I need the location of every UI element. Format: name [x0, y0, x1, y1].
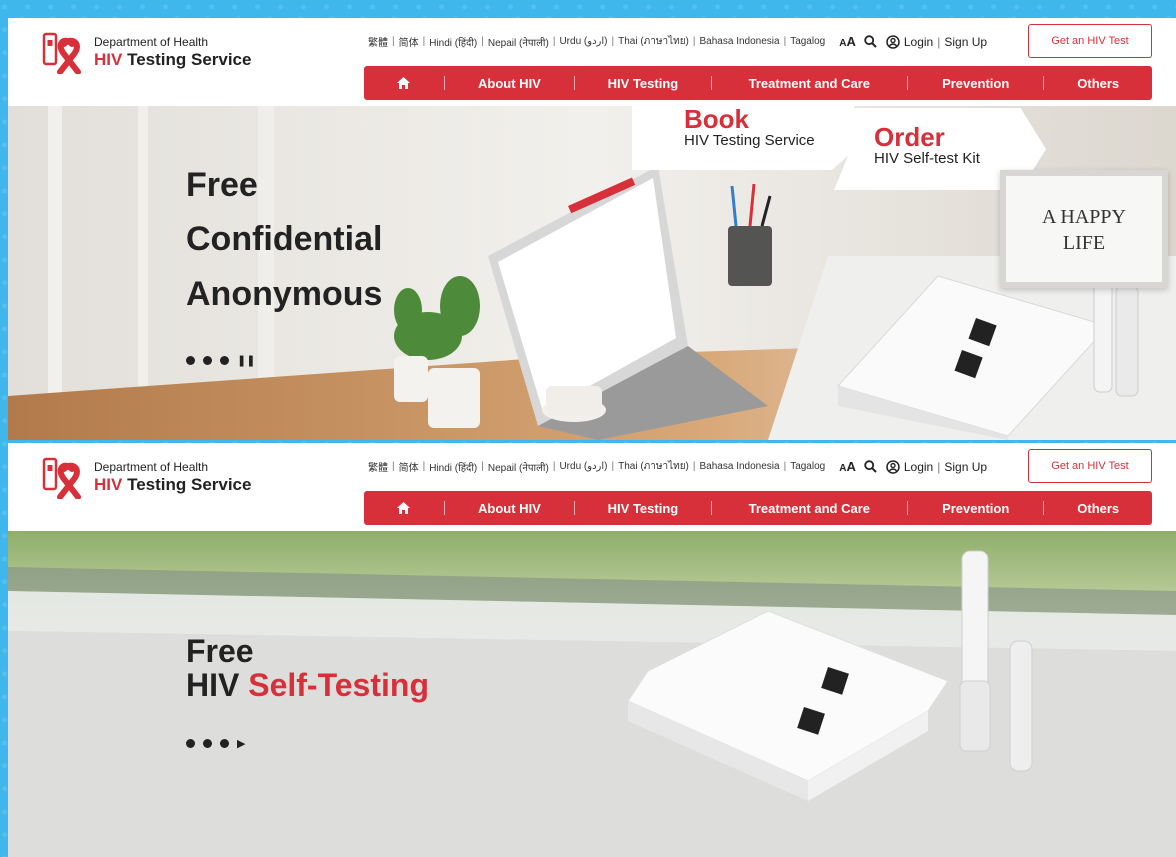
main-nav: About HIV HIV Testing Treatment and Care… — [364, 66, 1152, 100]
book-testing-banner[interactable]: Book HIV Testing Service — [632, 106, 854, 170]
hero-line-confidential: Confidential — [186, 220, 383, 259]
tools-group: AA Login | Sign Up — [839, 459, 987, 474]
order-sublabel: HIV Self-test Kit — [874, 150, 980, 167]
tools-group: AA Login | Sign Up — [839, 34, 987, 49]
user-icon — [886, 459, 900, 474]
login-link[interactable]: Login — [904, 460, 933, 474]
hero-carousel-slide-1[interactable]: Free Confidential Anonymous ❚❚ Book HIV … — [8, 106, 1176, 440]
nav-home[interactable] — [364, 491, 444, 525]
lang-thai[interactable]: Thai (ภาษาไทย) — [614, 459, 693, 474]
hero-heading-2: Free HIV Self-Testing — [186, 633, 429, 703]
service-name: HIV Testing Service — [94, 475, 251, 495]
lang-simplified-chinese[interactable]: 简体 — [395, 459, 423, 474]
play-icon[interactable]: ▶ — [237, 737, 245, 750]
hero-line-anonymous: Anonymous — [186, 274, 383, 313]
site-header: Department of Health HIV Testing Service… — [8, 443, 1176, 531]
nav-treatment-and-care[interactable]: Treatment and Care — [712, 66, 907, 100]
pause-icon[interactable]: ❚❚ — [237, 354, 255, 367]
search-icon[interactable] — [864, 460, 878, 474]
lang-urdu[interactable]: Urdu (اردو) — [555, 461, 611, 472]
order-label: Order — [874, 122, 945, 152]
carousel-dot[interactable] — [220, 356, 229, 365]
frame-line-1: A HAPPY — [1042, 206, 1126, 228]
ribbon-logo-icon — [42, 457, 81, 499]
site-logo[interactable]: Department of Health HIV Testing Service — [42, 457, 251, 499]
login-separator: | — [937, 34, 941, 49]
login-link[interactable]: Login — [904, 35, 933, 49]
user-icon — [886, 34, 900, 49]
utility-bar: 繁體 | 简体 | Hindi (हिंदी) | Nepail (नेपाली) | … — [364, 34, 987, 49]
font-size-toggle[interactable]: AA — [839, 459, 856, 474]
nav-hiv-testing[interactable]: HIV Testing — [575, 491, 710, 525]
screenshot-panel-2: Department of Health HIV Testing Service… — [8, 443, 1176, 857]
lang-traditional-chinese[interactable]: 繁體 — [364, 34, 392, 49]
hero2-line-self-testing: HIV Self-Testing — [186, 666, 429, 703]
lang-nepali[interactable]: Nepail (नेपाली) — [484, 35, 553, 49]
ribbon-logo-icon — [42, 32, 81, 74]
service-name-hiv: HIV — [94, 50, 123, 70]
lang-urdu[interactable]: Urdu (اردو) — [555, 36, 611, 47]
service-name-rest: Testing Service — [122, 475, 252, 495]
lang-simplified-chinese[interactable]: 简体 — [395, 34, 423, 49]
lang-tagalog[interactable]: Tagalog — [786, 36, 829, 47]
nav-others[interactable]: Others — [1044, 66, 1152, 100]
screenshot-panel-1: Department of Health HIV Testing Service… — [8, 18, 1176, 440]
get-hiv-test-button[interactable]: Get an HIV Test — [1028, 24, 1152, 58]
login-group: Login | Sign Up — [886, 460, 987, 474]
service-name-rest: Testing Service — [122, 50, 252, 70]
nav-prevention[interactable]: Prevention — [908, 66, 1043, 100]
login-group: Login | Sign Up — [886, 35, 987, 49]
site-logo[interactable]: Department of Health HIV Testing Service — [42, 32, 251, 74]
main-nav: About HIV HIV Testing Treatment and Care… — [364, 491, 1152, 525]
signup-link[interactable]: Sign Up — [944, 35, 987, 49]
get-hiv-test-button[interactable]: Get an HIV Test — [1028, 449, 1152, 483]
hero-heading-1: Free Confidential Anonymous — [186, 158, 382, 321]
carousel-dot[interactable] — [203, 739, 212, 748]
lang-bahasa-indonesia[interactable]: Bahasa Indonesia — [696, 461, 784, 472]
hero2-hiv-text: HIV — [186, 666, 249, 703]
carousel-dot[interactable] — [220, 739, 229, 748]
lang-tagalog[interactable]: Tagalog — [786, 461, 829, 472]
login-separator: | — [937, 459, 941, 474]
nav-others[interactable]: Others — [1044, 491, 1152, 525]
nav-about-hiv[interactable]: About HIV — [445, 491, 575, 525]
carousel-indicators: ▶ — [186, 737, 245, 750]
lang-nepali[interactable]: Nepail (नेपाली) — [484, 460, 553, 474]
carousel-indicators: ❚❚ — [186, 354, 255, 367]
lang-hindi[interactable]: Hindi (हिंदी) — [425, 35, 481, 49]
nav-treatment-and-care[interactable]: Treatment and Care — [712, 491, 907, 525]
home-icon — [397, 502, 411, 514]
signup-link[interactable]: Sign Up — [944, 460, 987, 474]
lang-thai[interactable]: Thai (ภาษาไทย) — [614, 34, 693, 49]
dept-name: Department of Health — [94, 460, 209, 475]
search-icon[interactable] — [864, 35, 878, 49]
carousel-dot[interactable] — [186, 739, 195, 748]
frame-line-2: LIFE — [1062, 232, 1106, 254]
nav-hiv-testing[interactable]: HIV Testing — [575, 66, 710, 100]
carousel-dot[interactable] — [203, 356, 212, 365]
utility-bar: 繁體 | 简体 | Hindi (हिंदी) | Nepail (नेपाली) | … — [364, 459, 987, 474]
hero-line-free: Free — [186, 166, 258, 204]
photo-frame: A HAPPY LIFE — [1000, 170, 1168, 288]
dept-name: Department of Health — [94, 35, 209, 50]
hero-illustration — [8, 531, 1176, 857]
lang-traditional-chinese[interactable]: 繁體 — [364, 459, 392, 474]
service-name-hiv: HIV — [94, 475, 123, 495]
book-label: Book — [684, 106, 749, 134]
site-header: Department of Health HIV Testing Service… — [8, 18, 1176, 106]
carousel-dot[interactable] — [186, 356, 195, 365]
home-icon — [397, 77, 411, 89]
lang-bahasa-indonesia[interactable]: Bahasa Indonesia — [696, 36, 784, 47]
hero-carousel-slide-2[interactable]: Free HIV Self-Testing ▶ — [8, 531, 1176, 857]
hero2-line-free: Free — [186, 633, 254, 669]
font-size-toggle[interactable]: AA — [839, 34, 856, 49]
nav-home[interactable] — [364, 66, 444, 100]
nav-prevention[interactable]: Prevention — [908, 491, 1043, 525]
nav-about-hiv[interactable]: About HIV — [445, 66, 575, 100]
service-name: HIV Testing Service — [94, 50, 251, 70]
book-sublabel: HIV Testing Service — [684, 132, 815, 149]
lang-hindi[interactable]: Hindi (हिंदी) — [425, 460, 481, 474]
hero2-accent-text: Self-Testing — [248, 666, 429, 703]
